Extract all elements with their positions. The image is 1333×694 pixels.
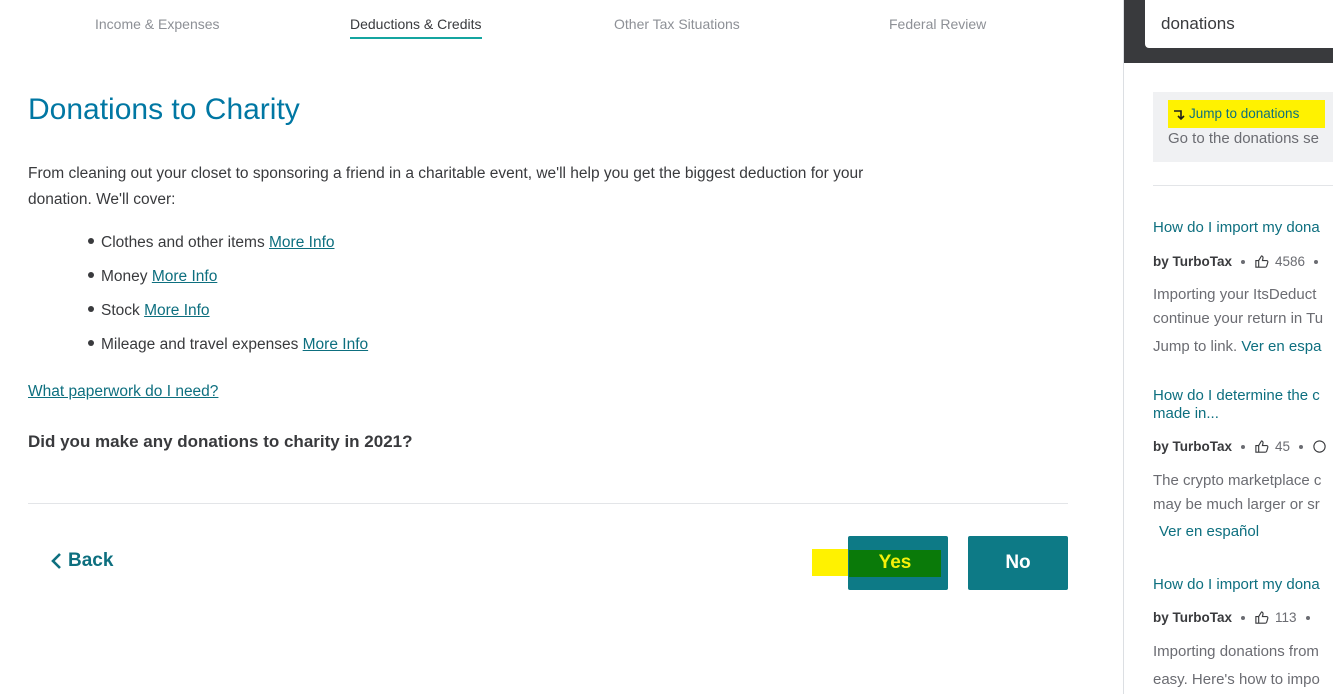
intro-text: From cleaning out your closet to sponsor… bbox=[28, 165, 864, 208]
separator-dot bbox=[1241, 615, 1246, 620]
result-snippet: continue your return in Tu bbox=[1153, 310, 1324, 327]
result-title-cont[interactable]: made in... bbox=[1153, 405, 1333, 423]
tab-federal-review[interactable]: Federal Review bbox=[889, 16, 986, 32]
more-info-link[interactable]: More Info bbox=[269, 234, 334, 251]
divider bbox=[1153, 185, 1333, 186]
donation-question: Did you make any donations to charity in… bbox=[28, 432, 413, 451]
yes-label: Yes bbox=[849, 549, 941, 577]
result-author: by TurboTax bbox=[1153, 610, 1233, 625]
chevron-left-icon bbox=[51, 553, 61, 569]
back-button[interactable]: Back bbox=[50, 550, 113, 572]
result-snippet: may be much larger or sr bbox=[1153, 496, 1320, 513]
result-title[interactable]: How do I determine the c bbox=[1153, 387, 1333, 405]
result-author: by TurboTax bbox=[1153, 439, 1233, 454]
divider bbox=[28, 503, 1068, 504]
search-result: How do I import my dona by TurboTax 4586… bbox=[1153, 219, 1333, 355]
tab-deductions-credits[interactable]: Deductions & Credits bbox=[350, 16, 482, 39]
list-item: Mileage and travel expenses More Info bbox=[88, 336, 368, 370]
yes-button[interactable]: Yes bbox=[848, 536, 948, 590]
result-snippet: Importing your ItsDeduct bbox=[1153, 286, 1317, 303]
thumbs-up-icon bbox=[1255, 440, 1269, 453]
thumbs-up-icon bbox=[1255, 255, 1269, 268]
separator-dot bbox=[1241, 259, 1246, 264]
tab-income-expenses[interactable]: Income & Expenses bbox=[95, 16, 220, 32]
separator-dot bbox=[1241, 444, 1246, 449]
item-label: Money bbox=[101, 268, 148, 285]
more-info-link[interactable]: More Info bbox=[144, 302, 209, 319]
spanish-link[interactable]: Ver en espa bbox=[1241, 338, 1321, 355]
item-label: Clothes and other items bbox=[101, 234, 265, 251]
bullet-icon bbox=[88, 339, 94, 346]
result-snippet: easy. Here's how to impo bbox=[1153, 671, 1320, 688]
search-result: How do I import my dona by TurboTax 113 … bbox=[1153, 576, 1333, 688]
result-author: by TurboTax bbox=[1153, 254, 1233, 269]
bullet-icon bbox=[88, 237, 94, 244]
progress-tabs: Income & Expenses Deductions & Credits O… bbox=[28, 0, 1068, 46]
jump-to-donations-link[interactable]: Jump to donations bbox=[1172, 106, 1299, 121]
search-result: How do I determine the c made in... by T… bbox=[1153, 387, 1333, 540]
spanish-link[interactable]: Ver en español bbox=[1159, 520, 1259, 544]
jump-link-label: Jump to donations bbox=[1189, 106, 1300, 121]
help-panel: donations Jump to donations Go to the do… bbox=[1123, 0, 1333, 694]
bullet-icon bbox=[88, 271, 94, 278]
more-info-link[interactable]: More Info bbox=[303, 336, 368, 353]
like-count: 4586 bbox=[1275, 254, 1306, 269]
item-label: Stock bbox=[101, 302, 140, 319]
clock-icon bbox=[1313, 440, 1326, 453]
thumbs-up-icon bbox=[1255, 611, 1269, 624]
tab-other-tax-situations[interactable]: Other Tax Situations bbox=[614, 16, 740, 32]
like-count: 113 bbox=[1275, 610, 1297, 625]
jump-subtitle: Go to the donations se bbox=[1168, 130, 1319, 147]
result-meta: by TurboTax 45 bbox=[1153, 439, 1333, 454]
result-title[interactable]: How do I import my dona bbox=[1153, 576, 1333, 594]
more-info-link[interactable]: More Info bbox=[152, 268, 217, 285]
panel-header: donations bbox=[1124, 0, 1333, 63]
separator-dot bbox=[1305, 615, 1310, 620]
result-snippet: Jump to link. bbox=[1153, 338, 1238, 355]
separator-dot bbox=[1314, 259, 1319, 264]
page-title: Donations to Charity bbox=[28, 93, 300, 126]
result-snippet: Importing donations from bbox=[1153, 643, 1319, 660]
arrow-down-right-icon bbox=[1174, 109, 1185, 120]
list-item: Money More Info bbox=[88, 268, 368, 302]
result-snippet-line: Jump to link. Ver en espa bbox=[1153, 335, 1321, 359]
paperwork-link[interactable]: What paperwork do I need? bbox=[28, 383, 218, 401]
no-button[interactable]: No bbox=[968, 536, 1068, 590]
result-meta: by TurboTax 113 bbox=[1153, 610, 1319, 625]
item-label: Mileage and travel expenses bbox=[101, 336, 299, 353]
like-count: 45 bbox=[1275, 439, 1291, 454]
separator-dot bbox=[1299, 444, 1304, 449]
back-label: Back bbox=[68, 550, 114, 571]
result-meta: by TurboTax 4586 bbox=[1153, 254, 1327, 269]
list-item: Stock More Info bbox=[88, 302, 368, 336]
result-snippet: The crypto marketplace c bbox=[1153, 472, 1322, 489]
bullet-icon bbox=[88, 305, 94, 312]
list-item: Clothes and other items More Info bbox=[88, 234, 368, 268]
search-input[interactable]: donations bbox=[1145, 0, 1333, 48]
result-title[interactable]: How do I import my dona bbox=[1153, 219, 1333, 237]
donation-types-list: Clothes and other items More Info Money … bbox=[88, 234, 368, 370]
